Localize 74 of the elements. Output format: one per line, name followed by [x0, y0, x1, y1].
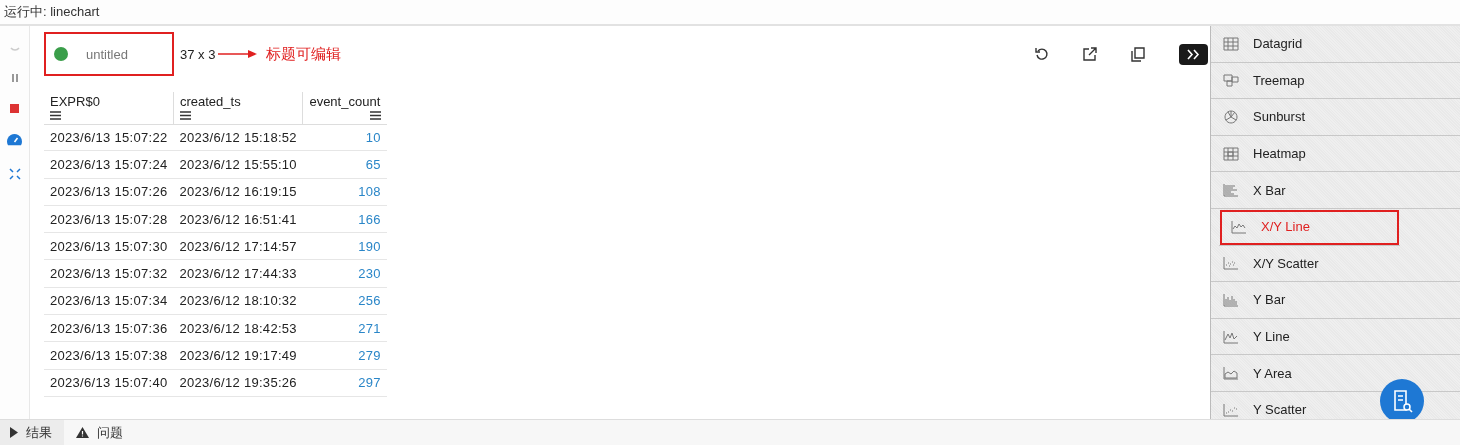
menu-icon[interactable]: [50, 111, 61, 120]
plugin-item[interactable]: Y Line: [1211, 318, 1460, 356]
annotation-arrow: [218, 49, 259, 59]
menu-icon[interactable]: [179, 111, 191, 120]
table-cell: 190: [302, 232, 387, 260]
search-document-button[interactable]: [1380, 379, 1424, 419]
panel-tab[interactable]: 结果: [0, 420, 64, 445]
table-cell: 2023/6/13 15:07:40: [44, 369, 174, 397]
chart-type-icon: [1223, 183, 1239, 198]
annotation-text: 标题可编辑: [266, 44, 342, 64]
table-cell: 2023/6/13 15:07:32: [44, 260, 174, 288]
table-cell: 2023/6/12 16:19:15: [173, 178, 303, 206]
table-cell: 2023/6/12 16:51:41: [173, 205, 303, 233]
table-cell: 271: [302, 314, 387, 342]
expand-panel-icon[interactable]: [1179, 43, 1208, 65]
copy-icon[interactable]: [1131, 46, 1145, 62]
chart-type-icon: [1223, 73, 1239, 88]
table-cell: 297: [302, 369, 387, 397]
plugin-item[interactable]: X/Y Scatter: [1211, 245, 1460, 283]
table-cell: 2023/6/13 15:07:28: [44, 205, 174, 233]
chart-type-icon: [1223, 366, 1239, 381]
viewer-title[interactable]: untitled: [86, 46, 128, 62]
status-dot: [54, 47, 68, 61]
table-cell: 230: [302, 260, 387, 288]
play-icon: [10, 427, 18, 438]
table-cell: 2023/6/12 19:35:26: [173, 369, 303, 397]
table-cell: 2023/6/13 15:07:22: [44, 124, 174, 151]
table-cell: 166: [302, 205, 387, 233]
table-cell: 10: [302, 124, 387, 151]
plugin-item[interactable]: Heatmap: [1211, 135, 1460, 173]
table-cell: 2023/6/13 15:07:38: [44, 341, 174, 370]
plugin-item[interactable]: Sunburst: [1211, 99, 1460, 136]
menu-icon[interactable]: [369, 111, 381, 120]
chart-type-icon: [1223, 402, 1239, 417]
chart-type-icon: [1223, 110, 1239, 124]
table-cell: 2023/6/12 17:14:57: [173, 232, 303, 260]
row-column-count: 37 x 3: [180, 46, 216, 62]
table-cell: 65: [302, 150, 387, 179]
table-cell: 2023/6/13 15:07:30: [44, 232, 174, 260]
table-cell: 279: [302, 341, 387, 370]
table-cell: 2023/6/12 15:18:52: [173, 124, 303, 151]
table-cell: 2023/6/12 15:55:10: [173, 150, 303, 179]
plugin-item[interactable]: X/Y Line: [1219, 208, 1400, 246]
pause-icon[interactable]: [9, 73, 20, 83]
table-cell: 2023/6/13 15:07:26: [44, 178, 174, 206]
plugin-item[interactable]: Y Bar: [1211, 282, 1460, 319]
plugin-item[interactable]: Treemap: [1211, 62, 1460, 100]
table-cell: 108: [302, 178, 387, 206]
table-cell: 2023/6/12 19:17:49: [173, 341, 303, 370]
chart-type-icon: [1223, 36, 1239, 51]
column-header[interactable]: EXPR$0: [50, 94, 167, 109]
table-cell: 2023/6/12 17:44:33: [173, 260, 303, 288]
external-link-icon[interactable]: [1083, 47, 1097, 61]
chart-type-icon: [1223, 256, 1239, 271]
window-title: 运行中: linechart: [4, 3, 100, 21]
table-cell: 2023/6/12 18:10:32: [173, 287, 303, 315]
plugin-item[interactable]: Datagrid: [1211, 26, 1460, 63]
column-header[interactable]: created_ts: [179, 94, 297, 109]
chart-type-icon: [1231, 219, 1247, 234]
table-cell: 2023/6/12 18:42:53: [173, 314, 303, 342]
table-cell: 2023/6/13 15:07:36: [44, 314, 174, 342]
plugin-item[interactable]: X Bar: [1211, 172, 1460, 209]
table-cell: 256: [302, 287, 387, 315]
warning-icon: [76, 427, 89, 438]
column-header[interactable]: event_count: [309, 94, 381, 109]
gauge-icon[interactable]: [7, 134, 22, 147]
collapse-icon[interactable]: [8, 168, 21, 180]
panel-tab[interactable]: 问题: [64, 420, 135, 445]
table-cell: 2023/6/13 15:07:24: [44, 150, 174, 179]
chart-type-icon: [1223, 292, 1239, 307]
reset-icon[interactable]: [1035, 47, 1049, 61]
chart-type-icon: [1223, 329, 1239, 344]
table-cell: 2023/6/13 15:07:34: [44, 287, 174, 315]
chart-type-icon: [1223, 146, 1239, 161]
